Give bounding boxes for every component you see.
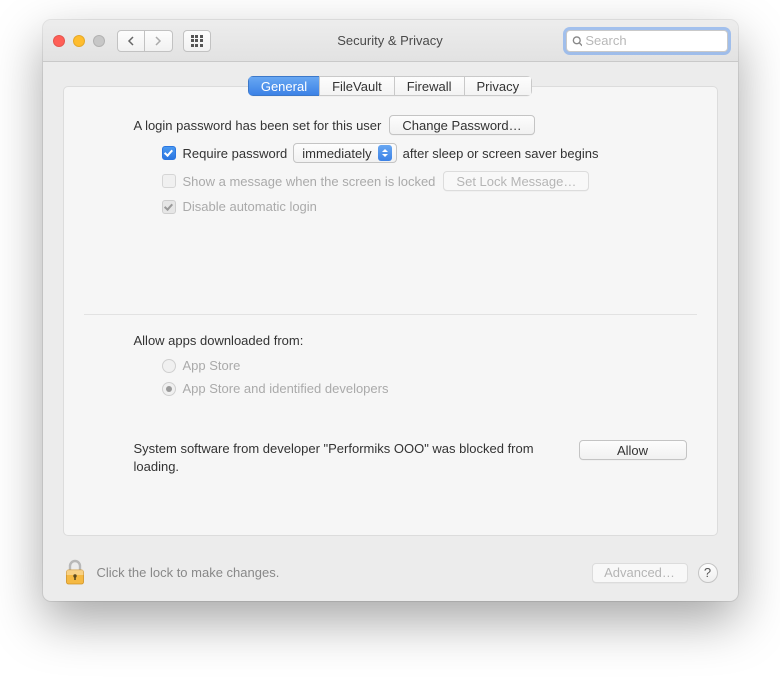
lock-icon	[63, 558, 87, 587]
blocked-software-row: System software from developer "Performi…	[84, 440, 697, 475]
require-password-delay-select[interactable]: immediately	[293, 143, 396, 163]
lock-text: Click the lock to make changes.	[97, 565, 280, 580]
help-button[interactable]: ?	[698, 563, 718, 583]
download-radio-appstore	[162, 359, 176, 373]
login-password-row: A login password has been set for this u…	[84, 115, 697, 135]
login-password-text: A login password has been set for this u…	[134, 118, 382, 133]
traffic-lights	[53, 35, 105, 47]
require-password-delay-value: immediately	[302, 146, 371, 161]
show-message-row: Show a message when the screen is locked…	[84, 171, 697, 191]
blocked-software-text: System software from developer "Performi…	[134, 440, 579, 475]
general-panel: A login password has been set for this u…	[63, 86, 718, 536]
download-label-appstore: App Store	[183, 358, 241, 373]
show-message-label: Show a message when the screen is locked	[183, 174, 436, 189]
close-button[interactable]	[53, 35, 65, 47]
window-title: Security & Privacy	[337, 33, 442, 48]
show-message-checkbox	[162, 174, 176, 188]
back-button[interactable]	[117, 30, 145, 52]
download-option-appstore-row: App Store	[84, 358, 697, 373]
footer: Click the lock to make changes. Advanced…	[43, 550, 738, 601]
search-field[interactable]	[566, 30, 728, 52]
require-password-checkbox[interactable]	[162, 146, 176, 160]
zoom-button	[93, 35, 105, 47]
require-password-label: Require password	[183, 146, 288, 161]
titlebar: Security & Privacy	[43, 20, 738, 62]
tabs: General FileVault Firewall Privacy	[248, 76, 532, 96]
disable-auto-login-row: Disable automatic login	[84, 199, 697, 214]
search-input[interactable]	[585, 33, 721, 48]
tab-firewall[interactable]: Firewall	[394, 76, 464, 96]
advanced-button: Advanced…	[592, 563, 688, 583]
tab-privacy[interactable]: Privacy	[464, 76, 533, 96]
tab-general[interactable]: General	[248, 76, 319, 96]
forward-button[interactable]	[145, 30, 173, 52]
disable-auto-login-label: Disable automatic login	[183, 199, 317, 214]
preferences-window: Security & Privacy General FileVault Fir…	[43, 20, 738, 601]
require-password-suffix: after sleep or screen saver begins	[403, 146, 599, 161]
footer-right: Advanced… ?	[592, 563, 718, 583]
downloads-section-label: Allow apps downloaded from:	[84, 333, 697, 348]
tabs-row: General FileVault Firewall Privacy	[63, 76, 718, 96]
require-password-row: Require password immediately after sleep…	[84, 143, 697, 163]
section-divider	[84, 314, 697, 315]
minimize-button[interactable]	[73, 35, 85, 47]
chevron-right-icon	[154, 36, 162, 46]
lock-area[interactable]: Click the lock to make changes.	[63, 558, 280, 587]
content: General FileVault Firewall Privacy A log…	[43, 62, 738, 550]
select-arrows-icon	[378, 145, 392, 161]
set-lock-message-button: Set Lock Message…	[443, 171, 589, 191]
allow-button[interactable]: Allow	[579, 440, 687, 460]
search-icon	[572, 35, 583, 47]
tab-filevault[interactable]: FileVault	[319, 76, 394, 96]
grid-icon	[191, 35, 203, 47]
disable-auto-login-checkbox	[162, 200, 176, 214]
show-all-button[interactable]	[183, 30, 211, 52]
chevron-left-icon	[127, 36, 135, 46]
nav-buttons	[117, 30, 173, 52]
download-label-identified: App Store and identified developers	[183, 381, 389, 396]
change-password-button[interactable]: Change Password…	[389, 115, 534, 135]
download-radio-identified	[162, 382, 176, 396]
download-option-identified-row: App Store and identified developers	[84, 381, 697, 396]
